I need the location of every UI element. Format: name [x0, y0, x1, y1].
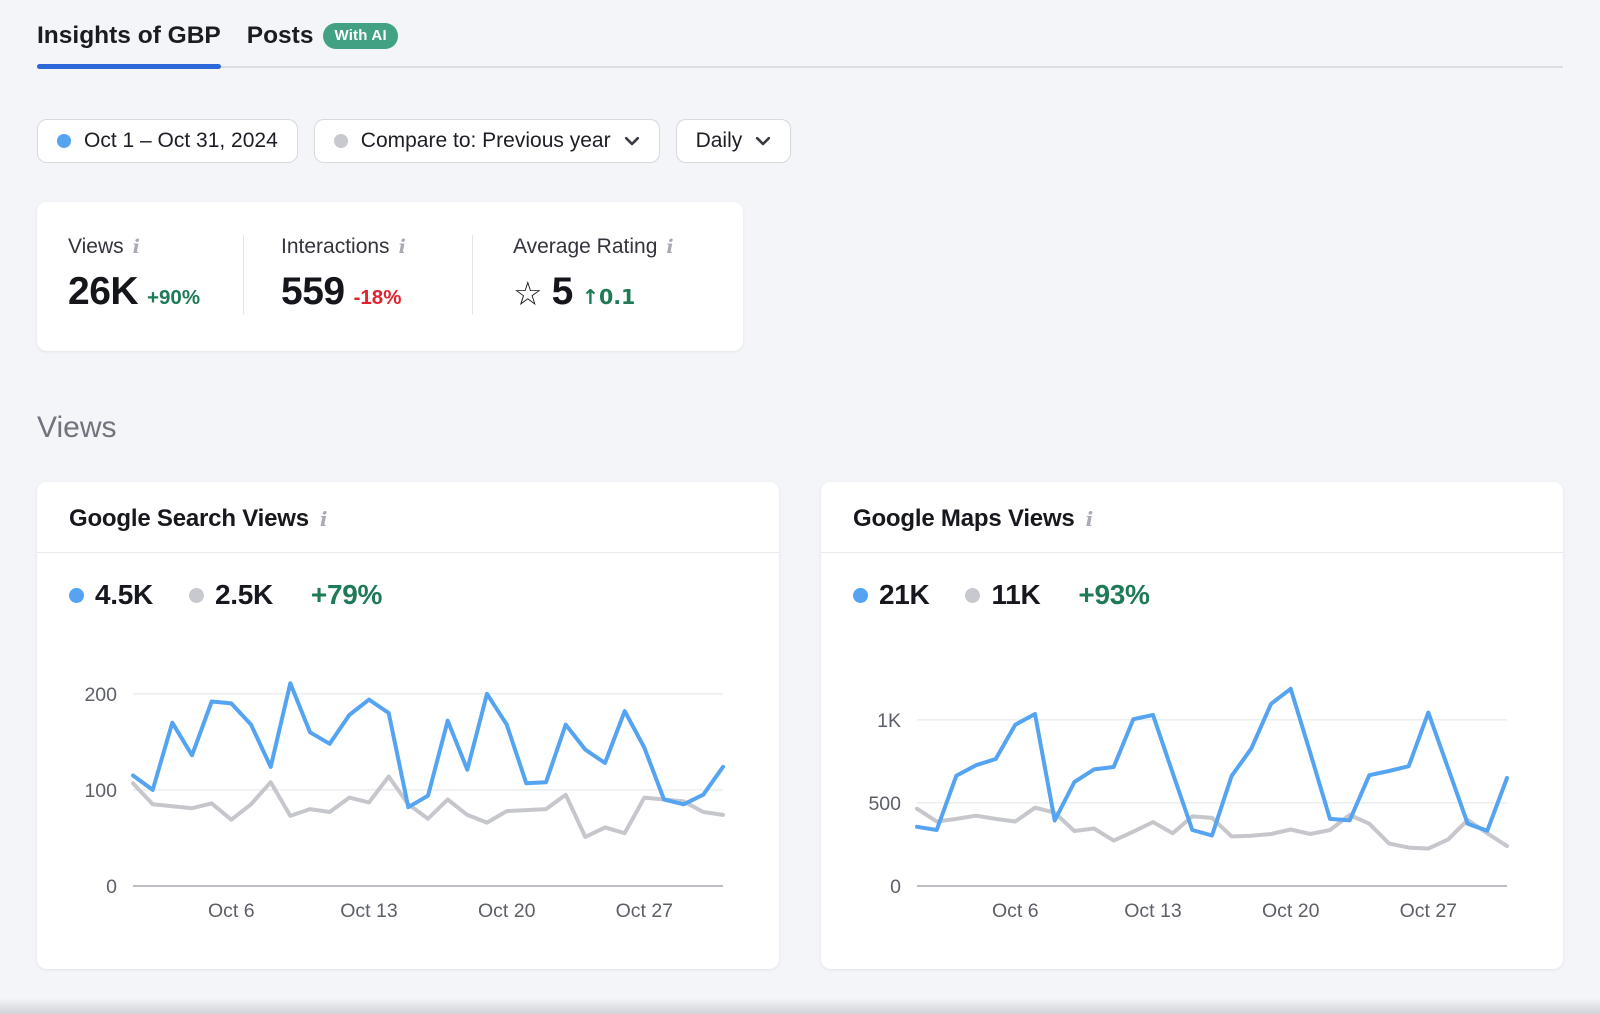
metric-interactions-label: Interactions	[281, 235, 390, 259]
tab-posts[interactable]: Posts With AI	[247, 22, 398, 50]
svg-text:Oct 20: Oct 20	[1262, 900, 1320, 922]
metric-interactions-value: 559	[281, 270, 345, 314]
gbp-insights-page: Insights of GBP Posts With AI Oct 1 – Oc…	[0, 0, 1600, 969]
metric-views-label: Views	[68, 235, 124, 259]
views-section-title: Views	[37, 411, 1563, 445]
maps-views-legend: 21K 11K +93%	[821, 579, 1563, 611]
granularity-dropdown[interactable]: Daily	[676, 119, 792, 163]
info-icon[interactable]: i	[666, 238, 673, 257]
compare-to-label: Compare to: Previous year	[361, 129, 611, 153]
filter-bar: Oct 1 – Oct 31, 2024 Compare to: Previou…	[37, 119, 1563, 163]
metric-interactions-change: -18%	[354, 286, 402, 310]
info-icon[interactable]: i	[399, 238, 406, 257]
svg-text:0: 0	[890, 876, 901, 898]
google-search-views-title: Google Search Views	[69, 505, 309, 533]
compare-to-dropdown[interactable]: Compare to: Previous year	[314, 119, 660, 163]
google-search-views-card: Google Search Views i 4.5K 2.5K +79% 0 10…	[37, 482, 779, 969]
google-maps-views-card: Google Maps Views i 21K 11K +93% 0 500 1K O…	[821, 482, 1563, 969]
metric-average-rating-change: ↑0.1	[582, 285, 636, 309]
svg-text:Oct 13: Oct 13	[340, 900, 397, 922]
date-range-button[interactable]: Oct 1 – Oct 31, 2024	[37, 119, 298, 163]
tab-bar: Insights of GBP Posts With AI	[37, 22, 1563, 68]
metric-average-rating-value: 5	[552, 270, 573, 314]
with-ai-badge: With AI	[323, 23, 397, 49]
metric-views: Views i 26K +90%	[37, 235, 243, 314]
current-series-dot-icon	[853, 588, 868, 603]
metric-average-rating-label: Average Rating	[513, 235, 657, 259]
current-series-dot-icon	[69, 588, 84, 603]
svg-text:200: 200	[84, 684, 117, 706]
chevron-down-icon	[624, 136, 640, 147]
search-views-chart[interactable]: 0 100 200 Oct 6 Oct 13 Oct 20 Oct 27	[37, 633, 779, 945]
info-icon[interactable]: i	[133, 238, 140, 257]
svg-text:100: 100	[84, 780, 117, 802]
svg-text:0: 0	[106, 876, 117, 898]
svg-text:Oct 6: Oct 6	[992, 900, 1039, 922]
previous-period-dot-icon	[334, 134, 348, 148]
google-maps-views-title: Google Maps Views	[853, 505, 1075, 533]
search-previous-total: 2.5K	[215, 579, 273, 611]
summary-metrics-card: Views i 26K +90% Interactions i 559 -18%…	[37, 202, 743, 351]
maps-previous-total: 11K	[991, 579, 1040, 611]
granularity-label: Daily	[696, 129, 743, 153]
date-range-label: Oct 1 – Oct 31, 2024	[84, 129, 278, 153]
charts-row: Google Search Views i 4.5K 2.5K +79% 0 10…	[37, 482, 1563, 969]
svg-text:500: 500	[868, 793, 901, 815]
chevron-down-icon	[755, 136, 771, 147]
metric-views-value: 26K	[68, 270, 138, 314]
tab-insights-of-gbp[interactable]: Insights of GBP	[37, 22, 221, 50]
svg-text:Oct 20: Oct 20	[478, 900, 536, 922]
current-period-dot-icon	[57, 134, 71, 148]
metric-views-change: +90%	[147, 286, 200, 310]
maps-views-chart[interactable]: 0 500 1K Oct 6 Oct 13 Oct 20 Oct 27	[821, 633, 1563, 945]
info-icon[interactable]: i	[1086, 509, 1094, 529]
previous-series-dot-icon	[965, 588, 980, 603]
metric-average-rating: Average Rating i ☆ 5 ↑0.1	[472, 235, 704, 314]
maps-change-percent: +93%	[1078, 579, 1149, 611]
search-current-total: 4.5K	[95, 579, 153, 611]
maps-current-total: 21K	[879, 579, 929, 611]
svg-text:Oct 27: Oct 27	[616, 900, 673, 922]
star-icon: ☆	[513, 274, 543, 313]
tab-insights-label: Insights of GBP	[37, 22, 221, 50]
previous-series-dot-icon	[189, 588, 204, 603]
info-icon[interactable]: i	[320, 509, 328, 529]
tab-posts-label: Posts	[247, 22, 314, 50]
search-change-percent: +79%	[311, 579, 382, 611]
svg-text:1K: 1K	[877, 710, 901, 732]
search-views-legend: 4.5K 2.5K +79%	[37, 579, 779, 611]
metric-interactions: Interactions i 559 -18%	[243, 235, 472, 314]
svg-text:Oct 27: Oct 27	[1400, 900, 1457, 922]
svg-text:Oct 13: Oct 13	[1124, 900, 1181, 922]
svg-text:Oct 6: Oct 6	[208, 900, 255, 922]
page-bottom-shadow	[0, 998, 1600, 1014]
